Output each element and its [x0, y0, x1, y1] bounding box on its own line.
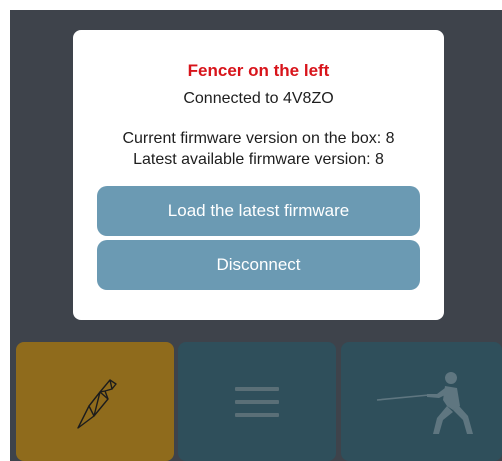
load-firmware-button[interactable]: Load the latest firmware [97, 186, 420, 236]
tab-bird[interactable] [16, 342, 174, 461]
dialog-title: Fencer on the left [187, 61, 330, 80]
firmware-dialog: Fencer on the left Connected to 4V8ZO Cu… [73, 30, 444, 320]
app-screen: Fencer on the left Connected to 4V8ZO Cu… [10, 10, 502, 461]
current-firmware-version: Current firmware version on the box: 8 [122, 130, 395, 147]
connection-status: Connected to 4V8ZO [183, 90, 334, 107]
origami-bird-icon [77, 378, 117, 429]
menu-icon [235, 386, 279, 417]
disconnect-button[interactable]: Disconnect [97, 240, 420, 290]
tab-menu[interactable] [178, 342, 336, 461]
latest-firmware-version: Latest available firmware version: 8 [133, 151, 384, 168]
tab-fencer[interactable] [341, 342, 502, 461]
fencer-icon [376, 371, 473, 434]
bottom-tab-bar [10, 342, 502, 461]
